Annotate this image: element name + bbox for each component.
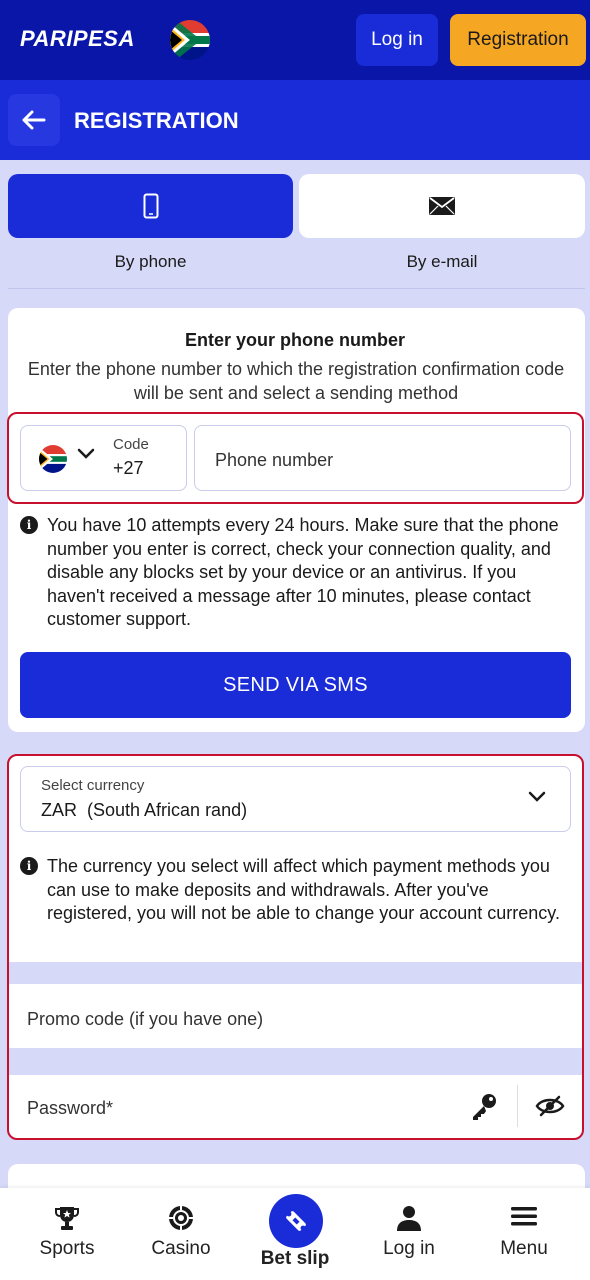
- currency-password-highlight: [7, 754, 584, 1140]
- title-bar: REGISTRATION: [0, 80, 590, 160]
- tab-by-email[interactable]: [299, 174, 585, 238]
- ticket-icon: [286, 1211, 306, 1231]
- south-africa-flag-icon: [39, 445, 67, 473]
- user-icon: [397, 1206, 421, 1231]
- back-button[interactable]: [8, 94, 60, 146]
- send-via-sms-button[interactable]: SEND VIA SMS: [20, 652, 571, 718]
- phone-description: Enter the phone number to which the regi…: [27, 359, 565, 403]
- code-label: Code: [113, 436, 149, 453]
- phone-number-placeholder: Phone number: [215, 450, 334, 470]
- arrow-left-icon: [22, 110, 46, 130]
- bet-slip-circle: [269, 1194, 323, 1248]
- tab-by-email-label[interactable]: By e-mail: [299, 252, 585, 272]
- attempts-note: You have 10 attempts every 24 hours. Mak…: [47, 515, 559, 629]
- nav-sports-label: Sports: [39, 1238, 95, 1259]
- nav-log-in-label: Log in: [383, 1238, 435, 1259]
- info-icon: i: [20, 516, 38, 534]
- chevron-down-icon: [77, 448, 95, 459]
- registration-button[interactable]: Registration: [450, 14, 586, 66]
- tab-by-phone[interactable]: [8, 174, 293, 238]
- trophy-icon: [55, 1207, 79, 1230]
- nav-log-in[interactable]: Log in: [350, 1188, 468, 1280]
- code-value: +27: [113, 458, 144, 478]
- nav-casino[interactable]: Casino: [122, 1188, 240, 1280]
- nav-bet-slip[interactable]: Bet slip: [236, 1188, 354, 1280]
- bottom-navigation: Sports Casino Bet slip Log in Menu: [0, 1188, 590, 1280]
- nav-casino-label: Casino: [151, 1238, 211, 1259]
- mobile-phone-icon: [143, 193, 158, 219]
- nav-sports[interactable]: Sports: [8, 1188, 126, 1280]
- top-header: PARIPESA Log in Registration: [0, 0, 590, 80]
- tab-by-phone-label[interactable]: By phone: [8, 252, 293, 272]
- phone-heading: Enter your phone number: [184, 330, 406, 350]
- south-africa-flag-icon[interactable]: [170, 20, 210, 60]
- country-code-selector[interactable]: Code +27: [20, 425, 187, 491]
- casino-chip-icon: [169, 1206, 193, 1230]
- login-button[interactable]: Log in: [356, 14, 438, 66]
- phone-number-input[interactable]: Phone number: [194, 425, 571, 491]
- paripesa-logo[interactable]: PARIPESA: [20, 26, 135, 52]
- nav-bet-slip-label: Bet slip: [260, 1248, 330, 1269]
- nav-menu-label: Menu: [500, 1238, 548, 1259]
- envelope-icon: [429, 197, 455, 215]
- hamburger-icon: [511, 1207, 537, 1226]
- divider: [8, 288, 585, 289]
- nav-menu[interactable]: Menu: [465, 1188, 583, 1280]
- page-title: REGISTRATION: [74, 108, 239, 133]
